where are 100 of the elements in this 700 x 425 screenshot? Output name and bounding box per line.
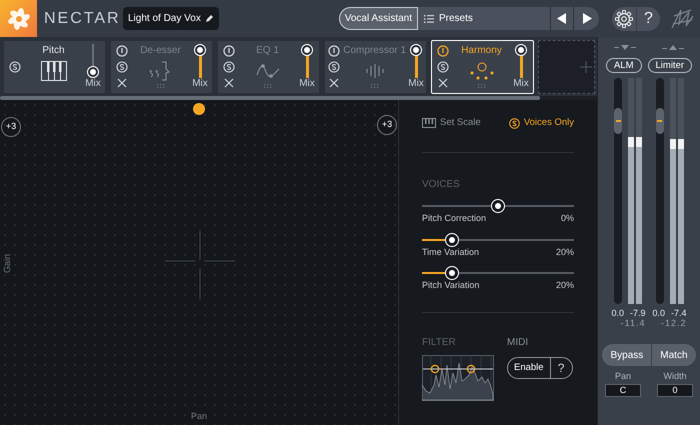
fader-thumb[interactable] [656, 108, 664, 134]
slider-knob[interactable] [87, 66, 99, 78]
mix-slider[interactable] [87, 44, 99, 78]
output-button[interactable]: Bypass [602, 344, 652, 366]
slider-knob[interactable] [491, 199, 505, 214]
filter-graph-drawing[interactable] [422, 354, 494, 401]
voices-icon [468, 60, 494, 80]
mix-slider[interactable] [410, 44, 422, 78]
solo-icon [508, 118, 520, 129]
section-heading: VOICES [422, 178, 461, 192]
close-icon[interactable] [329, 78, 340, 88]
pan-gain-canvas[interactable]: +3 +3 Gain Pan [0, 100, 398, 425]
module-card[interactable]: Pitch Mix [3, 40, 106, 94]
solo-icon[interactable] [223, 61, 235, 74]
power-icon[interactable] [328, 44, 340, 57]
module-name: Compressor 1 [343, 44, 406, 56]
module-name: Pitch [42, 44, 65, 56]
close-icon[interactable] [117, 78, 127, 88]
output-button[interactable]: Match [651, 344, 696, 366]
mix-label: Mix [408, 78, 424, 90]
drag-handle-icon[interactable] [156, 84, 164, 88]
fader-thumb[interactable] [614, 108, 622, 134]
piano-keys-icon [40, 60, 66, 80]
peak-reading: 0.0 [652, 308, 666, 318]
parameter-label: Pitch Variation [422, 279, 480, 292]
option-toggle[interactable]: Set Scale [422, 116, 481, 130]
solo-icon[interactable] [9, 60, 21, 72]
mix-slider[interactable] [194, 44, 206, 78]
mix-slider[interactable] [515, 44, 527, 78]
module-card[interactable]: Harmony Mix [431, 40, 534, 94]
axis-label: Gain [2, 254, 13, 273]
mix-label: Mix [299, 78, 315, 90]
value-field[interactable]: C [605, 384, 641, 396]
down-triangle-icon [614, 45, 636, 51]
power-icon[interactable] [437, 44, 449, 57]
logo-icon [0, 0, 37, 37]
peak-reading: 0.0 [611, 308, 624, 318]
drag-handle-icon[interactable] [478, 84, 486, 88]
midi-help-button[interactable]: ? [550, 358, 572, 378]
axis-label: Pan [191, 410, 208, 422]
close-icon[interactable] [438, 78, 448, 88]
solo-icon[interactable] [437, 61, 449, 74]
slider-knob[interactable] [445, 232, 460, 247]
mix-label: Mix [85, 78, 101, 90]
slider-knob[interactable] [445, 266, 460, 280]
solo-icon[interactable] [328, 61, 340, 74]
settings-icon [615, 10, 633, 28]
slider-knob[interactable] [194, 44, 206, 56]
slider-knob[interactable] [301, 44, 313, 56]
level-reading: -11.4 [620, 318, 646, 328]
power-icon[interactable] [223, 44, 235, 57]
gain-range-button[interactable]: +3 [377, 115, 397, 135]
module-card[interactable]: EQ 1 Mix [217, 40, 320, 94]
parameter-slider[interactable] [422, 232, 574, 247]
drag-handle-icon[interactable] [264, 84, 272, 88]
gain-range-button[interactable]: +3 [1, 117, 21, 137]
mode-button[interactable]: ALM [606, 58, 642, 73]
mix-label: Mix [192, 78, 208, 90]
parameter-label: Pitch Correction [422, 212, 486, 226]
app-title: NECTAR [44, 8, 122, 28]
section-heading: MIDI [507, 336, 530, 350]
level-reading: -7.4 [671, 308, 687, 318]
value-field[interactable]: 0 [657, 384, 693, 396]
parameter-label: Time Variation [422, 246, 480, 259]
right-triangle-icon [582, 13, 592, 24]
scrollbar-thumb[interactable] [0, 96, 540, 100]
slider-knob[interactable] [515, 44, 527, 56]
parameter-value: 20% [556, 246, 574, 259]
parameter-value: 0% [560, 212, 574, 226]
module-name: De-esser [140, 44, 181, 56]
level-reading: -12.2 [661, 318, 687, 328]
slider-knob[interactable] [410, 44, 422, 56]
section-heading: FILTER [422, 336, 457, 350]
module-card[interactable]: De-esser Mix [110, 40, 213, 94]
vocal-assistant-button[interactable]: Vocal Assistant [338, 7, 418, 30]
power-icon[interactable] [116, 44, 128, 57]
parameter-slider[interactable] [422, 266, 574, 280]
field-label: Width [663, 370, 686, 383]
module-name: Harmony [461, 44, 502, 56]
field-label: Pan [614, 370, 631, 383]
mix-label: Mix [513, 78, 529, 90]
option-toggle[interactable]: Voices Only [508, 116, 574, 130]
parameter-slider[interactable] [422, 199, 574, 214]
list-icon [424, 14, 434, 22]
pencil-icon [204, 14, 214, 23]
module-card[interactable]: Compressor 1 Mix [324, 40, 427, 94]
close-icon[interactable] [224, 78, 234, 88]
voice-handle[interactable] [193, 103, 205, 115]
midi-enable-button[interactable]: Enable [508, 358, 551, 378]
crosshair-icon [165, 230, 235, 300]
preset-name-field[interactable]: Light of Day Vox [123, 7, 219, 30]
piano-keys-icon [422, 118, 436, 128]
mode-button[interactable]: Limiter [648, 58, 692, 73]
up-triangle-icon [662, 45, 684, 51]
level-reading: -7.9 [630, 308, 646, 318]
mix-slider[interactable] [301, 44, 313, 78]
solo-icon[interactable] [116, 61, 128, 74]
parameter-value: 20% [556, 279, 574, 292]
module-name: EQ 1 [256, 44, 279, 56]
left-triangle-icon [557, 13, 567, 24]
